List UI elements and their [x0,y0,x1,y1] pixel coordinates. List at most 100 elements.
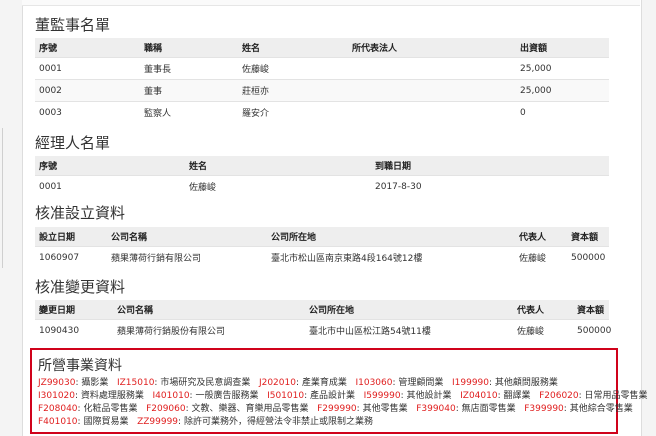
business-code-link[interactable]: I401010 [153,391,190,401]
cell-name: 佐藤峻 [185,175,371,197]
gutter-divider [2,128,8,268]
table-row: 0002 董事 莊桓亦 25,000 [35,79,609,102]
cell-address: 臺北市中山區松江路54號11樓 [305,319,513,341]
col-header-legal-rep: 所代表法人 [348,38,516,58]
business-code-link[interactable]: J202010 [259,378,296,388]
panel-top-edge [22,0,640,6]
cell-seq: 0001 [35,57,140,80]
establish-table: 設立日期 公司名稱 公司所在地 代表人 資本額 1060907 蘋果薄荷行銷有限… [35,227,609,268]
cell-capital: 0 [516,101,609,123]
business-code-link[interactable]: I103060 [355,378,392,388]
col-header-date: 設立日期 [35,227,107,247]
cell-title: 董事 [140,79,238,102]
cell-seq: 0002 [35,79,140,102]
business-code-link[interactable]: JZ99030 [38,378,75,388]
cell-legal-rep [348,101,516,123]
cell-capital: 500000 [567,246,609,268]
business-code-link[interactable]: F209060 [146,404,186,414]
establish-title: 核准設立資料 [35,204,126,222]
business-code-link[interactable]: F399990 [524,404,564,414]
cell-seq: 0003 [35,101,140,123]
business-description: 其他綜合零售業 [569,404,633,414]
cell-date: 1060907 [35,246,107,268]
business-scope-box: 所營事業資料 JZ99030: 攝影業 IZ15010: 市場研究及民意調查業 … [30,348,648,434]
cell-date: 1090430 [35,319,113,341]
business-code-link[interactable]: IZ15010 [117,378,154,388]
left-gutter [0,0,8,436]
business-code-link[interactable]: I199990 [452,378,489,388]
cell-rep: 佐藤峻 [513,319,573,341]
col-header-address: 公司所在地 [305,300,513,320]
business-description: 其他零售業 [362,404,408,414]
col-header-rep: 代表人 [515,227,567,247]
business-line: F401010: 國際貿易業 ZZ99999: 除許可業務外，得經營法令非禁止或… [38,416,614,429]
table-row: 1060907 蘋果薄荷行銷有限公司 臺北市松山區南京東路4段164號12樓 佐… [35,246,609,268]
table-row: 0001 佐藤峻 2017-8-30 [35,175,609,197]
cell-rep: 佐藤峻 [515,246,567,268]
business-code-link[interactable]: IZ04010 [460,391,497,401]
business-description: 一般廣告服務業 [195,391,259,401]
cell-start-date: 2017-8-30 [371,175,609,197]
change-table: 變更日期 公司名稱 公司所在地 代表人 資本額 1090430 蘋果薄荷行銷股份… [35,300,611,341]
directors-table: 序號 職稱 姓名 所代表法人 出資額 0001 董事長 佐藤峻 25,000 0… [35,38,609,123]
business-description: 化粧品零售業 [83,404,138,414]
business-code-link[interactable]: ZZ99999 [137,417,178,427]
business-code-link[interactable]: I301020 [38,391,75,401]
business-code-link[interactable]: F399040 [416,404,456,414]
business-description: 翻譯業 [503,391,531,401]
col-header-capital: 資本額 [567,227,609,247]
col-header-seq: 序號 [35,156,185,176]
business-code-link[interactable]: F208040 [38,404,78,414]
cell-company: 蘋果薄荷行銷有限公司 [107,246,267,268]
business-line: JZ99030: 攝影業 IZ15010: 市場研究及民意調查業 J202010… [38,377,614,390]
business-line: I301020: 資料處理服務業 I401010: 一般廣告服務業 I50101… [38,390,648,403]
cell-name: 莊桓亦 [238,79,348,102]
cell-legal-rep [348,57,516,80]
table-row: 0003 監察人 羅安介 0 [35,101,609,123]
cell-name: 佐藤峻 [238,57,348,80]
change-title: 核准變更資料 [35,278,126,296]
table-header-row: 變更日期 公司名稱 公司所在地 代表人 資本額 [35,300,609,320]
business-description: 無店面零售業 [461,404,516,414]
business-description: 市場研究及民意調查業 [160,378,251,388]
business-line: F208040: 化粧品零售業 F209060: 文教、樂器、育樂用品零售業 F… [38,403,633,416]
col-header-capital: 資本額 [573,300,609,320]
business-code-link[interactable]: I599990 [364,391,401,401]
managers-title: 經理人名單 [35,134,111,152]
business-code-link[interactable]: I501010 [267,391,304,401]
cell-legal-rep [348,79,516,102]
cell-title: 監察人 [140,101,238,123]
col-header-date: 變更日期 [35,300,113,320]
col-header-capital: 出資額 [516,38,609,58]
col-header-seq: 序號 [35,38,140,58]
table-row: 0001 董事長 佐藤峻 25,000 [35,57,609,80]
business-code-link[interactable]: F206020 [539,391,579,401]
business-description: 國際貿易業 [83,417,129,427]
cell-seq: 0001 [35,175,185,197]
business-title: 所營事業資料 [38,358,122,374]
col-header-rep: 代表人 [513,300,573,320]
business-description: 文教、樂器、育樂用品零售業 [191,404,309,414]
col-header-address: 公司所在地 [267,227,515,247]
business-code-link[interactable]: F401010 [38,417,78,427]
cell-capital: 500000 [573,319,611,341]
table-header-row: 設立日期 公司名稱 公司所在地 代表人 資本額 [35,227,609,247]
business-description: 產業育成業 [301,378,347,388]
cell-address: 臺北市松山區南京東路4段164號12樓 [267,246,515,268]
business-description: 其他顧問服務業 [494,378,558,388]
col-header-name: 姓名 [185,156,371,176]
col-header-name: 姓名 [238,38,348,58]
cell-capital: 25,000 [516,79,609,102]
business-description: 日常用品零售業 [584,391,648,401]
business-code-link[interactable]: F299990 [317,404,357,414]
business-items: JZ99030: 攝影業 IZ15010: 市場研究及民意調查業 J202010… [38,377,648,429]
col-header-title: 職稱 [140,38,238,58]
business-description: 其他設計業 [406,391,452,401]
cell-title: 董事長 [140,57,238,80]
business-description: 除許可業務外，得經營法令非禁止或限制之業務 [183,417,373,427]
table-header-row: 序號 職稱 姓名 所代表法人 出資額 [35,38,609,58]
table-row: 1090430 蘋果薄荷行銷股份有限公司 臺北市中山區松江路54號11樓 佐藤峻… [35,319,611,341]
managers-table: 序號 姓名 到職日期 0001 佐藤峻 2017-8-30 [35,156,609,197]
col-header-company: 公司名稱 [107,227,267,247]
cell-company: 蘋果薄荷行銷股份有限公司 [113,319,305,341]
